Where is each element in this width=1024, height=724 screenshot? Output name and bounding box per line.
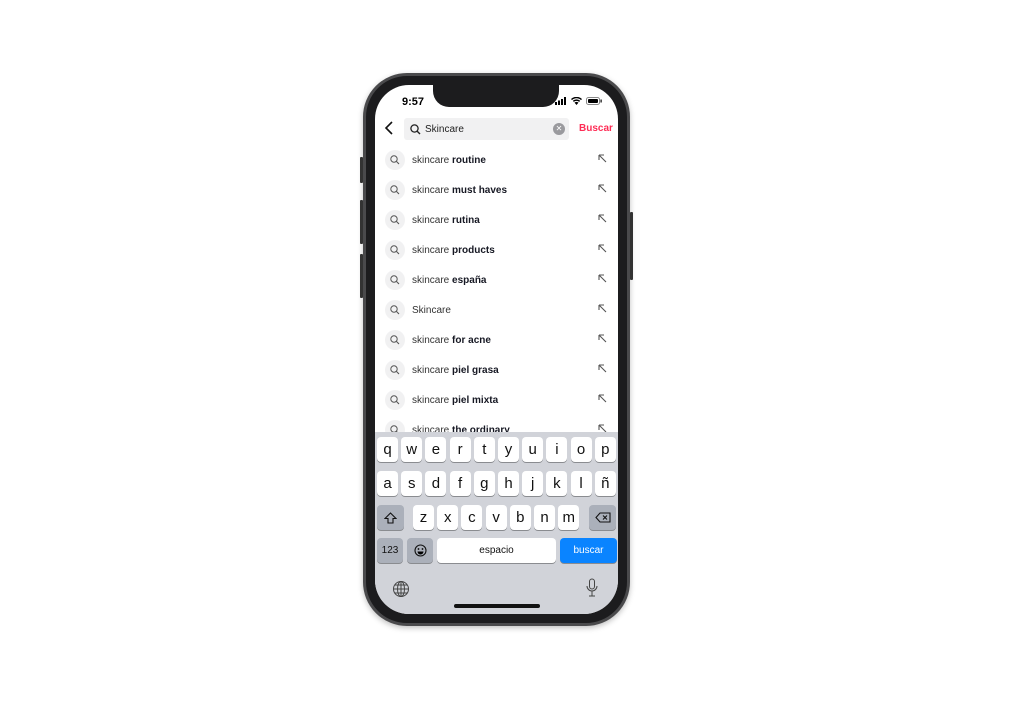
- search-icon: [385, 180, 405, 200]
- suggestion-item[interactable]: Skincare: [375, 295, 618, 325]
- battery-icon: [586, 97, 602, 105]
- fill-suggestion-arrow-icon[interactable]: [598, 184, 607, 196]
- suggestion-text: skincare piel grasa: [412, 364, 499, 376]
- suggestion-item[interactable]: skincare must haves: [375, 175, 618, 205]
- emoji-key[interactable]: [407, 538, 433, 563]
- keyboard: 123 espacio buscar qwertyuiop asdfghjklñ z…: [375, 432, 618, 614]
- fill-suggestion-arrow-icon[interactable]: [598, 394, 607, 406]
- fill-suggestion-arrow-icon[interactable]: [598, 214, 607, 226]
- mute-switch: [360, 157, 363, 183]
- screen: 9:57 Skincare ✕ Buscar skincare routine …: [375, 85, 618, 614]
- search-icon: [385, 330, 405, 350]
- key-s[interactable]: s: [401, 471, 423, 496]
- backspace-icon: [594, 512, 611, 523]
- back-button[interactable]: [384, 121, 394, 140]
- key-f[interactable]: f: [449, 471, 471, 496]
- fill-suggestion-arrow-icon[interactable]: [598, 364, 607, 376]
- search-submit-button[interactable]: Buscar: [579, 123, 613, 134]
- suggestion-text: skincare for acne: [412, 334, 491, 346]
- shift-icon: [384, 511, 397, 524]
- search-icon: [385, 270, 405, 290]
- status-icons: [555, 97, 602, 105]
- key-t[interactable]: t: [473, 437, 495, 462]
- suggestion-text: skincare rutina: [412, 214, 480, 226]
- key-p[interactable]: p: [594, 437, 616, 462]
- signal-icon: [555, 97, 566, 105]
- key-h[interactable]: h: [498, 471, 519, 496]
- search-icon: [385, 300, 405, 320]
- key-q[interactable]: q: [377, 437, 398, 462]
- key-l[interactable]: l: [570, 471, 592, 496]
- fill-suggestion-arrow-icon[interactable]: [598, 304, 607, 316]
- suggestion-item[interactable]: skincare españa: [375, 265, 618, 295]
- suggestion-text: skincare products: [412, 244, 495, 256]
- notch: [433, 85, 559, 107]
- key-n[interactable]: n: [534, 505, 555, 530]
- suggestion-item[interactable]: skincare piel grasa: [375, 355, 618, 385]
- key-d[interactable]: d: [425, 471, 447, 496]
- volume-down-button: [360, 254, 363, 298]
- suggestion-item[interactable]: skincare piel mixta: [375, 385, 618, 415]
- key-u[interactable]: u: [522, 437, 544, 462]
- suggestion-text: skincare must haves: [412, 184, 508, 196]
- home-indicator: [454, 604, 540, 608]
- search-icon: [385, 150, 405, 170]
- suggestion-item[interactable]: skincare for acne: [375, 325, 618, 355]
- key-j[interactable]: j: [522, 471, 544, 496]
- shift-key[interactable]: [377, 505, 404, 530]
- chevron-left-icon: [384, 121, 393, 135]
- fill-suggestion-arrow-icon[interactable]: [598, 334, 607, 346]
- key-k[interactable]: k: [546, 471, 568, 496]
- suggestion-text: Skincare: [412, 304, 451, 316]
- suggestion-text: skincare españa: [412, 274, 487, 286]
- globe-icon: [393, 581, 409, 597]
- suggestion-text: skincare routine: [412, 154, 486, 166]
- microphone-icon: [586, 578, 598, 597]
- search-icon: [410, 123, 421, 134]
- key-w[interactable]: w: [401, 437, 423, 462]
- wifi-icon: [571, 97, 582, 105]
- key-r[interactable]: r: [449, 437, 471, 462]
- numbers-key[interactable]: 123: [377, 538, 403, 563]
- search-icon: [385, 240, 405, 260]
- globe-key[interactable]: [392, 580, 410, 603]
- search-icon: [385, 210, 405, 230]
- key-i[interactable]: i: [546, 437, 568, 462]
- dictation-key[interactable]: [586, 578, 598, 603]
- key-c[interactable]: c: [461, 505, 483, 530]
- emoji-icon: [413, 544, 427, 557]
- search-key[interactable]: buscar: [560, 538, 617, 563]
- suggestion-item[interactable]: skincare rutina: [375, 205, 618, 235]
- key-g[interactable]: g: [473, 471, 495, 496]
- fill-suggestion-arrow-icon[interactable]: [598, 274, 607, 286]
- search-input[interactable]: Skincare ✕: [404, 118, 569, 140]
- key-y[interactable]: y: [498, 437, 519, 462]
- key-v[interactable]: v: [485, 505, 507, 530]
- suggestion-text: skincare piel mixta: [412, 394, 499, 406]
- fill-suggestion-arrow-icon[interactable]: [598, 244, 607, 256]
- key-x[interactable]: x: [437, 505, 459, 530]
- volume-up-button: [360, 200, 363, 244]
- fill-suggestion-arrow-icon[interactable]: [598, 154, 607, 166]
- status-time: 9:57: [402, 96, 425, 108]
- suggestion-item[interactable]: skincare products: [375, 235, 618, 265]
- key-m[interactable]: m: [558, 505, 580, 530]
- search-icon: [385, 360, 405, 380]
- key-z[interactable]: z: [413, 505, 434, 530]
- clear-search-button[interactable]: ✕: [553, 123, 565, 135]
- key-a[interactable]: a: [377, 471, 398, 496]
- space-key[interactable]: espacio: [437, 538, 556, 563]
- key-o[interactable]: o: [570, 437, 592, 462]
- search-value: Skincare: [425, 123, 464, 135]
- search-icon: [385, 390, 405, 410]
- key-ñ[interactable]: ñ: [594, 471, 616, 496]
- suggestion-item[interactable]: skincare routine: [375, 145, 618, 175]
- key-b[interactable]: b: [509, 505, 531, 530]
- key-e[interactable]: e: [425, 437, 447, 462]
- delete-key[interactable]: [589, 505, 616, 530]
- power-button: [630, 212, 633, 280]
